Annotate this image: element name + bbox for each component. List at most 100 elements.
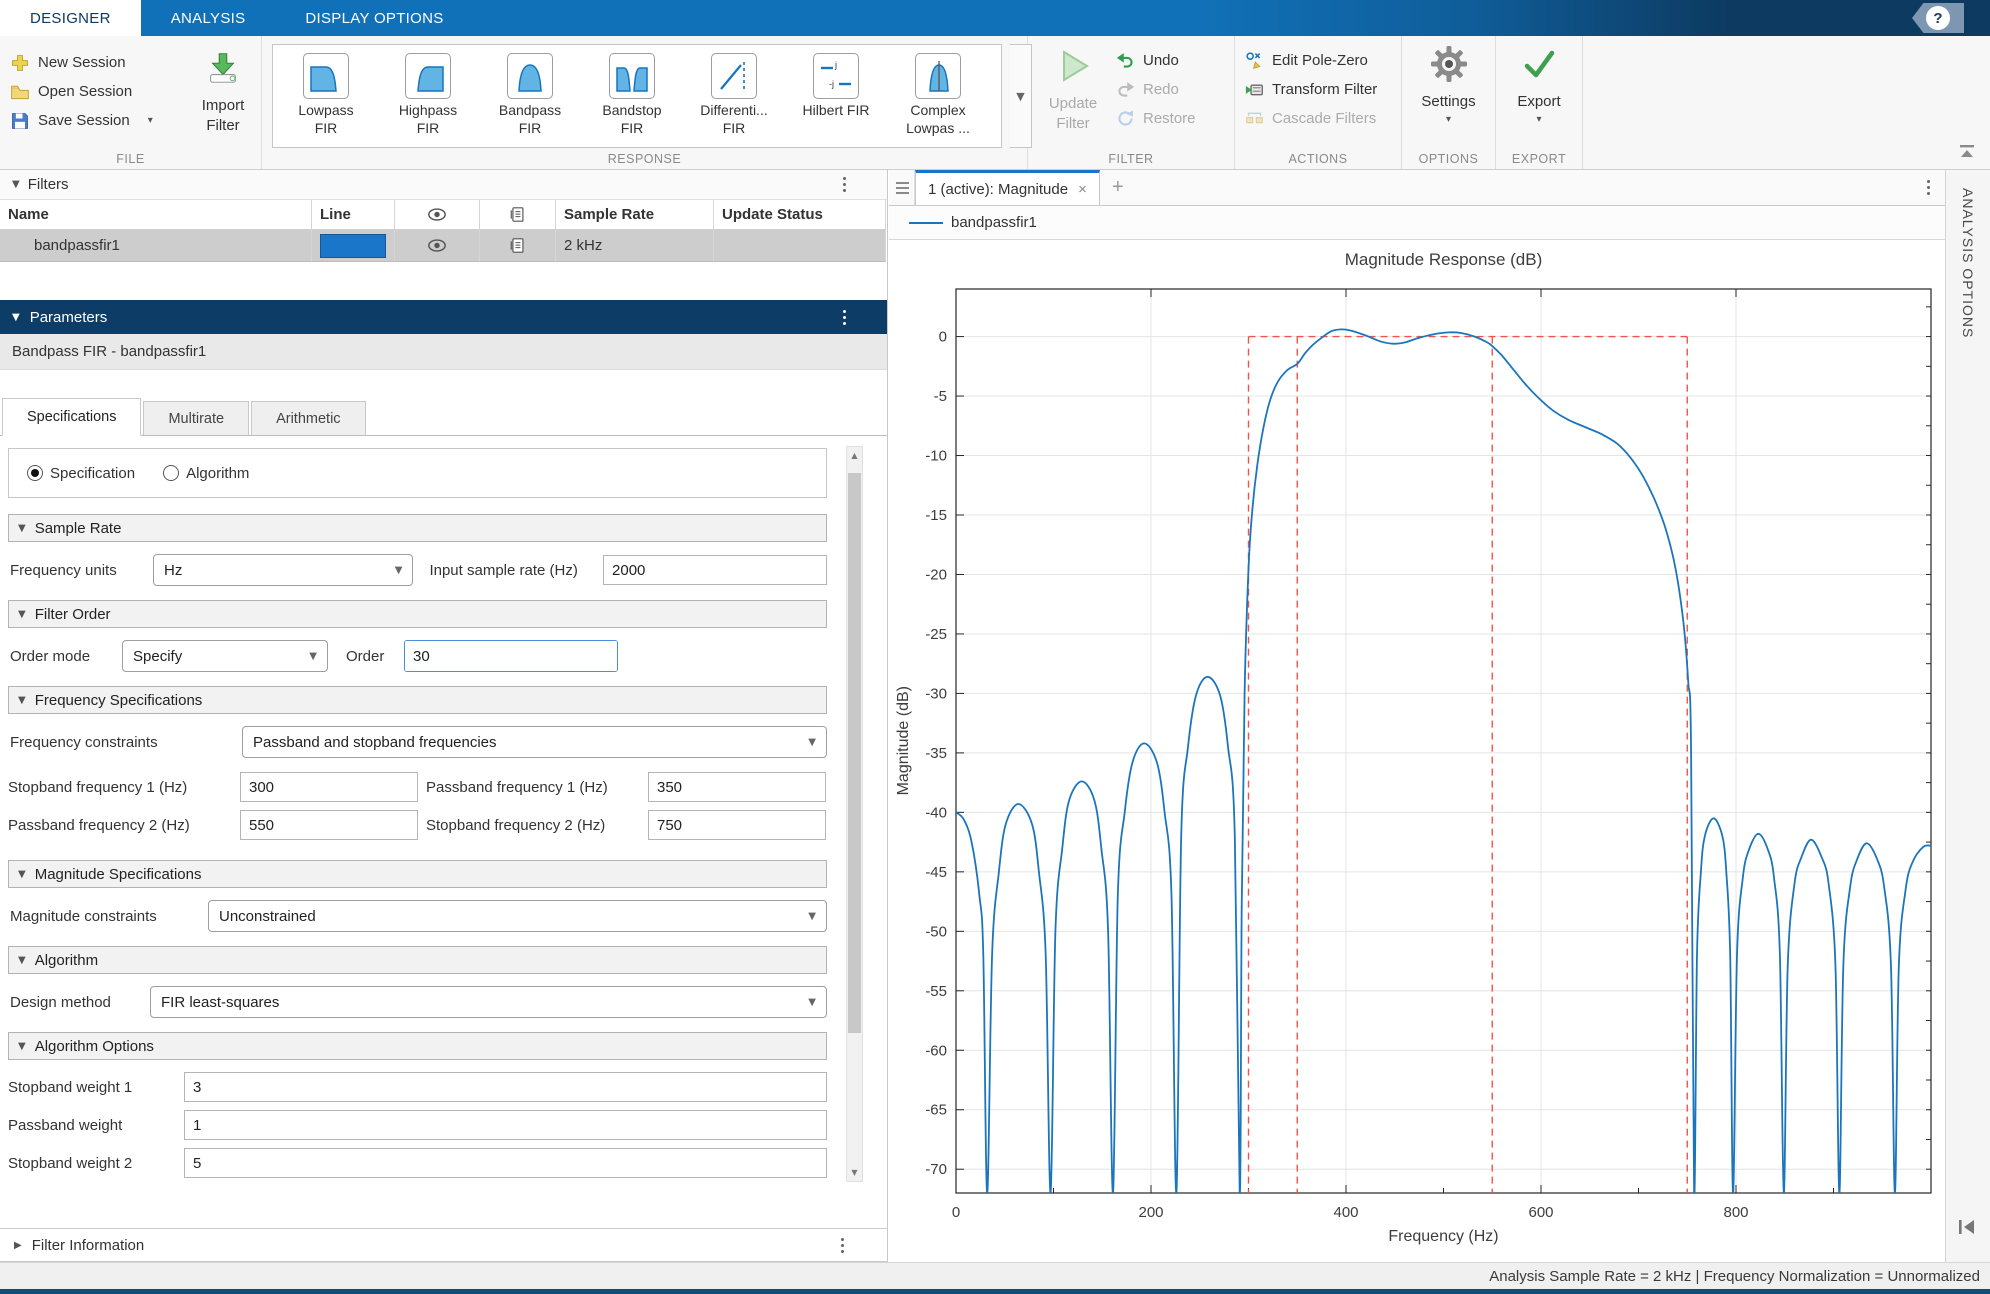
parameters-collapse-icon[interactable]: ▼ bbox=[12, 312, 20, 323]
section-magnitude-specifications-title: Magnitude Specifications bbox=[35, 866, 202, 883]
update-filter-button[interactable]: Update Filter bbox=[1040, 46, 1106, 135]
import-filter-label: Import Filter bbox=[188, 96, 258, 137]
scroll-up-icon[interactable]: ▲ bbox=[847, 447, 862, 464]
filter-name-cell[interactable]: bandpassfir1 bbox=[0, 230, 312, 262]
filter-information-header[interactable]: ▶ Filter Information bbox=[0, 1228, 887, 1262]
column-visibility[interactable] bbox=[395, 200, 480, 230]
filter-information-expand-icon[interactable]: ▶ bbox=[14, 1240, 22, 1251]
stopband-frequency-2-hz-label: Stopband frequency 2 (Hz) bbox=[426, 817, 648, 834]
tab-list-icon[interactable] bbox=[889, 170, 915, 205]
stopband-frequency-1-hz-field[interactable] bbox=[240, 772, 418, 802]
svg-text:-40: -40 bbox=[925, 804, 947, 821]
restore-label: Restore bbox=[1143, 110, 1196, 127]
cascade-filters-button[interactable]: Cascade Filters bbox=[1245, 104, 1377, 133]
save-session-button[interactable]: Save Session ▾ bbox=[10, 106, 153, 135]
collapse-ribbon-button[interactable] bbox=[1956, 143, 1978, 161]
filter-annotation-cell[interactable] bbox=[480, 230, 556, 262]
order-field[interactable] bbox=[405, 641, 618, 671]
analysis-options-strip[interactable]: ANALYSIS OPTIONS bbox=[1945, 170, 1990, 1262]
export-button[interactable]: Export ▾ bbox=[1496, 44, 1582, 125]
tab-multirate[interactable]: Multirate bbox=[143, 401, 249, 435]
passband-weight-field[interactable] bbox=[184, 1110, 827, 1140]
ribbon-group-filter: Update Filter Undo Redo Restore FILTER bbox=[1028, 36, 1235, 169]
edit-pole-zero-button[interactable]: Edit Pole-Zero bbox=[1245, 46, 1377, 75]
radio-specification[interactable]: Specification bbox=[27, 465, 135, 482]
scroll-down-icon[interactable]: ▼ bbox=[847, 1164, 862, 1181]
magnitude-response-plot[interactable]: 02004006008000-5-10-15-20-25-30-35-40-45… bbox=[889, 206, 1945, 1262]
response-bandpass-fir[interactable]: Bandpass FIR bbox=[479, 49, 581, 147]
section-sample-rate[interactable]: ▼ Sample Rate bbox=[8, 514, 827, 542]
plot-menu-button[interactable] bbox=[1927, 180, 1931, 195]
tab-specifications[interactable]: Specifications bbox=[2, 398, 141, 436]
response-bandstop-fir[interactable]: Bandstop FIR bbox=[581, 49, 683, 147]
save-session-caret-icon[interactable]: ▾ bbox=[148, 115, 153, 126]
app-tab-designer[interactable]: DESIGNER bbox=[0, 0, 141, 36]
section-collapse-icon[interactable]: ▼ bbox=[18, 523, 26, 534]
redo-button[interactable]: Redo bbox=[1116, 75, 1196, 104]
filter-information-menu-button[interactable] bbox=[841, 1238, 845, 1253]
order-spinner[interactable]: ▲ ▼ bbox=[404, 640, 618, 672]
section-filter-order[interactable]: ▼ Filter Order bbox=[8, 600, 827, 628]
section-magnitude-specifications[interactable]: ▼ Magnitude Specifications bbox=[8, 860, 827, 888]
frequency-units-dropdown[interactable]: Hz ▼ bbox=[153, 554, 413, 586]
open-session-button[interactable]: Open Session bbox=[10, 77, 153, 106]
settings-button[interactable]: Settings ▾ bbox=[1402, 44, 1495, 125]
magnitude-constraints-dropdown[interactable]: Unconstrained ▼ bbox=[208, 900, 827, 932]
section-collapse-icon[interactable]: ▼ bbox=[18, 869, 26, 880]
tab-arithmetic[interactable]: Arithmetic bbox=[251, 401, 365, 435]
specifications-scrollbar[interactable]: ▲ ▼ bbox=[846, 446, 863, 1182]
svg-text:-50: -50 bbox=[925, 923, 947, 940]
column-sample-rate[interactable]: Sample Rate bbox=[556, 200, 714, 230]
undo-label: Undo bbox=[1143, 52, 1179, 69]
parameters-panel-header[interactable]: ▼ Parameters bbox=[0, 300, 887, 334]
filters-panel-header[interactable]: ▼ Filters bbox=[0, 170, 887, 200]
transform-filter-button[interactable]: Transform Filter bbox=[1245, 75, 1377, 104]
expand-panel-button[interactable] bbox=[1956, 1218, 1978, 1240]
column-name[interactable]: Name bbox=[0, 200, 312, 230]
column-line[interactable]: Line bbox=[312, 200, 395, 230]
section-collapse-icon[interactable]: ▼ bbox=[18, 1041, 26, 1052]
stopband-weight-1-field[interactable] bbox=[184, 1072, 827, 1102]
response-complex-lowpas[interactable]: Complex Lowpas ... bbox=[887, 49, 989, 147]
line-color-swatch[interactable] bbox=[320, 234, 386, 258]
order-mode-dropdown[interactable]: Specify ▼ bbox=[122, 640, 328, 672]
tab-magnitude[interactable]: 1 (active): Magnitude × bbox=[915, 170, 1100, 205]
restore-button[interactable]: Restore bbox=[1116, 104, 1196, 133]
passband-frequency-1-hz-field[interactable] bbox=[648, 772, 826, 802]
section-algorithm[interactable]: ▼ Algorithm bbox=[8, 946, 827, 974]
app-tab-analysis[interactable]: ANALYSIS bbox=[141, 0, 276, 36]
input-sample-rate-field[interactable] bbox=[603, 555, 827, 585]
close-icon[interactable]: × bbox=[1078, 181, 1087, 198]
restore-icon bbox=[1116, 109, 1135, 128]
new-tab-button[interactable]: + bbox=[1100, 170, 1136, 205]
section-algorithm-options[interactable]: ▼ Algorithm Options bbox=[8, 1032, 827, 1060]
radio-algorithm[interactable]: Algorithm bbox=[163, 465, 249, 482]
undo-button[interactable]: Undo bbox=[1116, 46, 1196, 75]
response-differenti-fir[interactable]: Differenti... FIR bbox=[683, 49, 785, 147]
new-session-button[interactable]: New Session bbox=[10, 48, 153, 77]
response-hilbert-fir[interactable]: j-jHilbert FIR bbox=[785, 49, 887, 147]
column-annotation[interactable] bbox=[480, 200, 556, 230]
expand-left-icon bbox=[1956, 1218, 1978, 1236]
filter-visibility-cell[interactable] bbox=[395, 230, 480, 262]
design-method-dropdown[interactable]: FIR least-squares ▼ bbox=[150, 986, 827, 1018]
app-tab-display-options[interactable]: DISPLAY OPTIONS bbox=[275, 0, 473, 36]
section-collapse-icon[interactable]: ▼ bbox=[18, 955, 26, 966]
stopband-frequency-2-hz-field[interactable] bbox=[648, 810, 826, 840]
filters-menu-button[interactable] bbox=[843, 177, 847, 192]
import-filter-button[interactable]: Import Filter bbox=[188, 48, 258, 137]
filters-collapse-icon[interactable]: ▼ bbox=[12, 179, 20, 190]
response-lowpass-fir[interactable]: Lowpass FIR bbox=[275, 49, 377, 147]
passband-frequency-2-hz-field[interactable] bbox=[240, 810, 418, 840]
scrollbar-thumb[interactable] bbox=[848, 473, 861, 1033]
help-button[interactable]: ? bbox=[1912, 3, 1964, 33]
parameters-menu-button[interactable] bbox=[843, 310, 847, 325]
response-highpass-fir[interactable]: Highpass FIR bbox=[377, 49, 479, 147]
stopband-weight-2-field[interactable] bbox=[184, 1148, 827, 1178]
frequency-constraints-dropdown[interactable]: Passband and stopband frequencies ▼ bbox=[242, 726, 827, 758]
filter-row-bandpassfir1[interactable]: bandpassfir1 2 kHz bbox=[0, 230, 886, 262]
column-update-status[interactable]: Update Status bbox=[714, 200, 886, 230]
section-collapse-icon[interactable]: ▼ bbox=[18, 695, 26, 706]
section-collapse-icon[interactable]: ▼ bbox=[18, 609, 26, 620]
section-frequency-specifications[interactable]: ▼ Frequency Specifications bbox=[8, 686, 827, 714]
